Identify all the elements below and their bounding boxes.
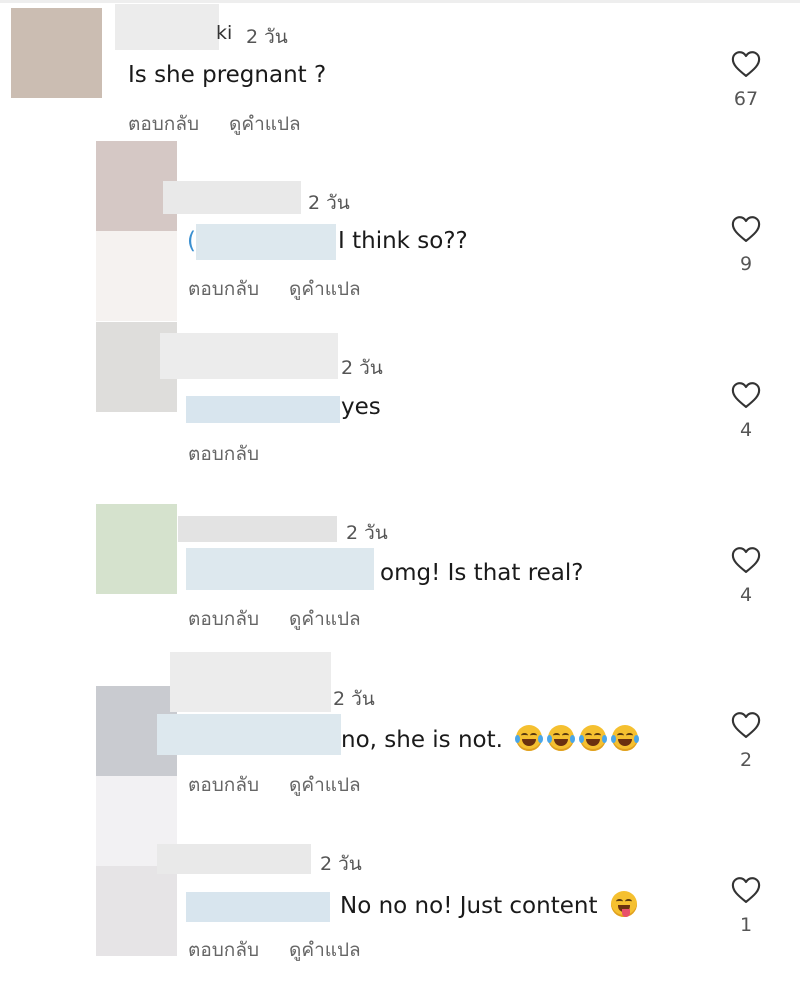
reply-button[interactable]: ตอบกลับ [188, 939, 259, 961]
like-count: 4 [739, 419, 753, 441]
mention-redacted[interactable] [186, 396, 340, 423]
comment-text: I think so?? [338, 228, 468, 254]
heart-outline-icon[interactable] [731, 381, 761, 409]
heart-outline-icon[interactable] [731, 876, 761, 904]
like-count: 2 [739, 749, 753, 771]
laughing-tears-emoji-icon [579, 725, 608, 751]
see-translation-button[interactable]: ดูคำแปล [229, 113, 301, 135]
like-count: 1 [739, 914, 753, 936]
reply-button[interactable]: ตอบกลับ [188, 774, 259, 796]
like-control[interactable]: 67 [726, 50, 766, 110]
laughing-tears-emoji-icon [515, 725, 544, 751]
username-redacted[interactable] [170, 652, 331, 712]
comment-time: 2 วัน [246, 26, 288, 48]
heart-outline-icon[interactable] [731, 546, 761, 574]
comment-time: 2 วัน [333, 688, 375, 710]
top-divider [0, 0, 800, 3]
heart-outline-icon[interactable] [731, 711, 761, 739]
heart-outline-icon[interactable] [731, 50, 761, 78]
comment-time: 2 วัน [320, 853, 362, 875]
mention-redacted[interactable] [157, 714, 341, 755]
reply-button[interactable]: ตอบกลับ [128, 113, 199, 135]
laughing-tears-emoji-icon [611, 725, 640, 751]
comment-text: yes [341, 394, 381, 420]
see-translation-button[interactable]: ดูคำแปล [289, 774, 361, 796]
like-control[interactable]: 2 [726, 711, 766, 771]
see-translation-button[interactable]: ดูคำแปล [289, 608, 361, 630]
avatar-lower [96, 231, 177, 321]
comment-text-line: no, she is not. [341, 725, 640, 753]
comment-text: no, she is not. [341, 727, 503, 753]
reply-button[interactable]: ตอบกลับ [188, 443, 259, 465]
avatar[interactable] [96, 504, 177, 594]
like-control[interactable]: 4 [726, 381, 766, 441]
comment-actions: ตอบกลับ ดูคำแปล [188, 604, 361, 634]
reply-button[interactable]: ตอบกลับ [188, 278, 259, 300]
like-control[interactable]: 9 [726, 215, 766, 275]
comment-actions: ตอบกลับ [188, 439, 259, 469]
like-control[interactable]: 4 [726, 546, 766, 606]
username-redacted[interactable] [160, 333, 338, 379]
comment-text-line: No no no! Just content [340, 891, 637, 919]
username-redacted[interactable] [157, 844, 311, 874]
mention-paren: ( [187, 228, 196, 254]
comment-actions: ตอบกลับ ดูคำแปล [188, 770, 361, 800]
laughing-tears-emoji-icon [547, 725, 576, 751]
see-translation-button[interactable]: ดูคำแปล [289, 278, 361, 300]
comment-text: omg! Is that real? [380, 560, 584, 586]
username-suffix[interactable]: ki [216, 22, 232, 44]
comment-text: Is she pregnant ? [128, 62, 327, 88]
winking-tongue-emoji-icon [610, 891, 637, 917]
avatar[interactable] [96, 866, 177, 956]
comment-time: 2 วัน [308, 192, 350, 214]
like-count: 67 [733, 88, 759, 110]
comment-text: No no no! Just content [340, 893, 598, 919]
comment-time: 2 วัน [346, 522, 388, 544]
username-redacted[interactable] [115, 4, 219, 50]
see-translation-button[interactable]: ดูคำแปล [289, 939, 361, 961]
mention-redacted[interactable] [186, 892, 330, 922]
heart-outline-icon[interactable] [731, 215, 761, 243]
comment-actions: ตอบกลับ ดูคำแปล [128, 109, 301, 139]
reply-button[interactable]: ตอบกลับ [188, 608, 259, 630]
username-redacted[interactable] [178, 516, 337, 542]
avatar[interactable] [11, 8, 102, 98]
comment-actions: ตอบกลับ ดูคำแปล [188, 274, 361, 304]
username-redacted[interactable] [163, 181, 301, 214]
like-control[interactable]: 1 [726, 876, 766, 936]
mention-redacted[interactable] [196, 224, 336, 260]
like-count: 4 [739, 584, 753, 606]
like-count: 9 [739, 253, 753, 275]
comment-actions: ตอบกลับ ดูคำแปล [188, 935, 361, 965]
comment-time: 2 วัน [341, 357, 383, 379]
mention-redacted[interactable] [186, 548, 374, 590]
